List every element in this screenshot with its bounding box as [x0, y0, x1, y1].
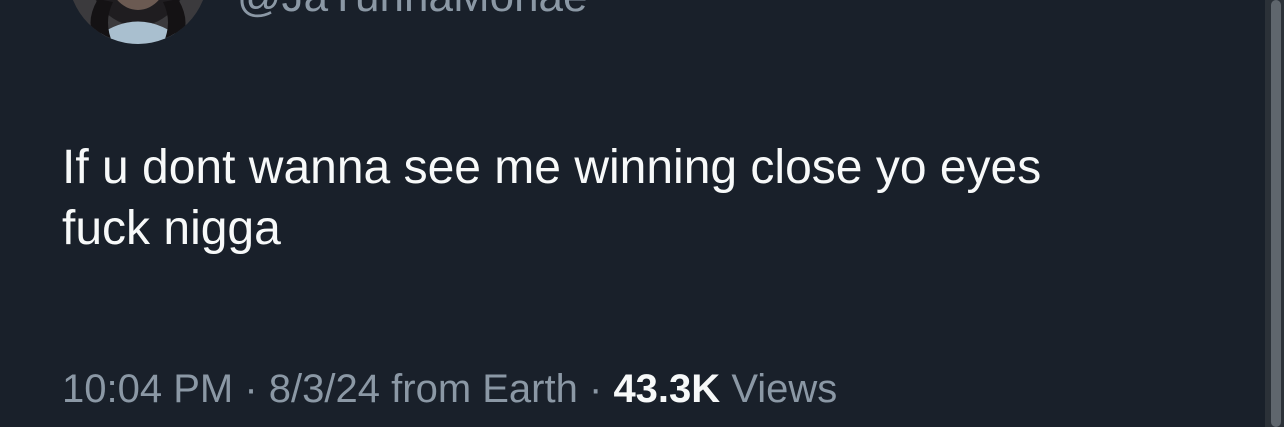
- tweet-text: If u dont wanna see me winning close yo …: [62, 137, 1252, 259]
- tweet-date[interactable]: 8/3/24: [269, 367, 380, 411]
- avatar[interactable]: [68, 0, 208, 44]
- avatar-image-icon: [68, 0, 208, 44]
- tweet-metadata: 10:04 PM · 8/3/24 from Earth · 43.3K Vie…: [62, 366, 837, 412]
- tweet-time[interactable]: 10:04 PM: [62, 367, 233, 411]
- user-handle[interactable]: @JaYunnaMonae: [237, 0, 587, 22]
- views-count[interactable]: 43.3K: [613, 367, 720, 411]
- separator-dot: ·: [244, 367, 258, 411]
- tweet-text-line: If u dont wanna see me winning close yo …: [62, 141, 1042, 194]
- tweet-source: from Earth: [391, 367, 578, 411]
- tweet-card: @JaYunnaMonae If u dont wanna see me win…: [0, 0, 1284, 427]
- tweet-text-line: fuck nigga: [62, 202, 281, 255]
- views-label[interactable]: Views: [731, 367, 837, 411]
- scrollbar[interactable]: [1265, 0, 1284, 427]
- scrollbar-thumb[interactable]: [1271, 0, 1281, 427]
- separator-dot: ·: [588, 367, 603, 411]
